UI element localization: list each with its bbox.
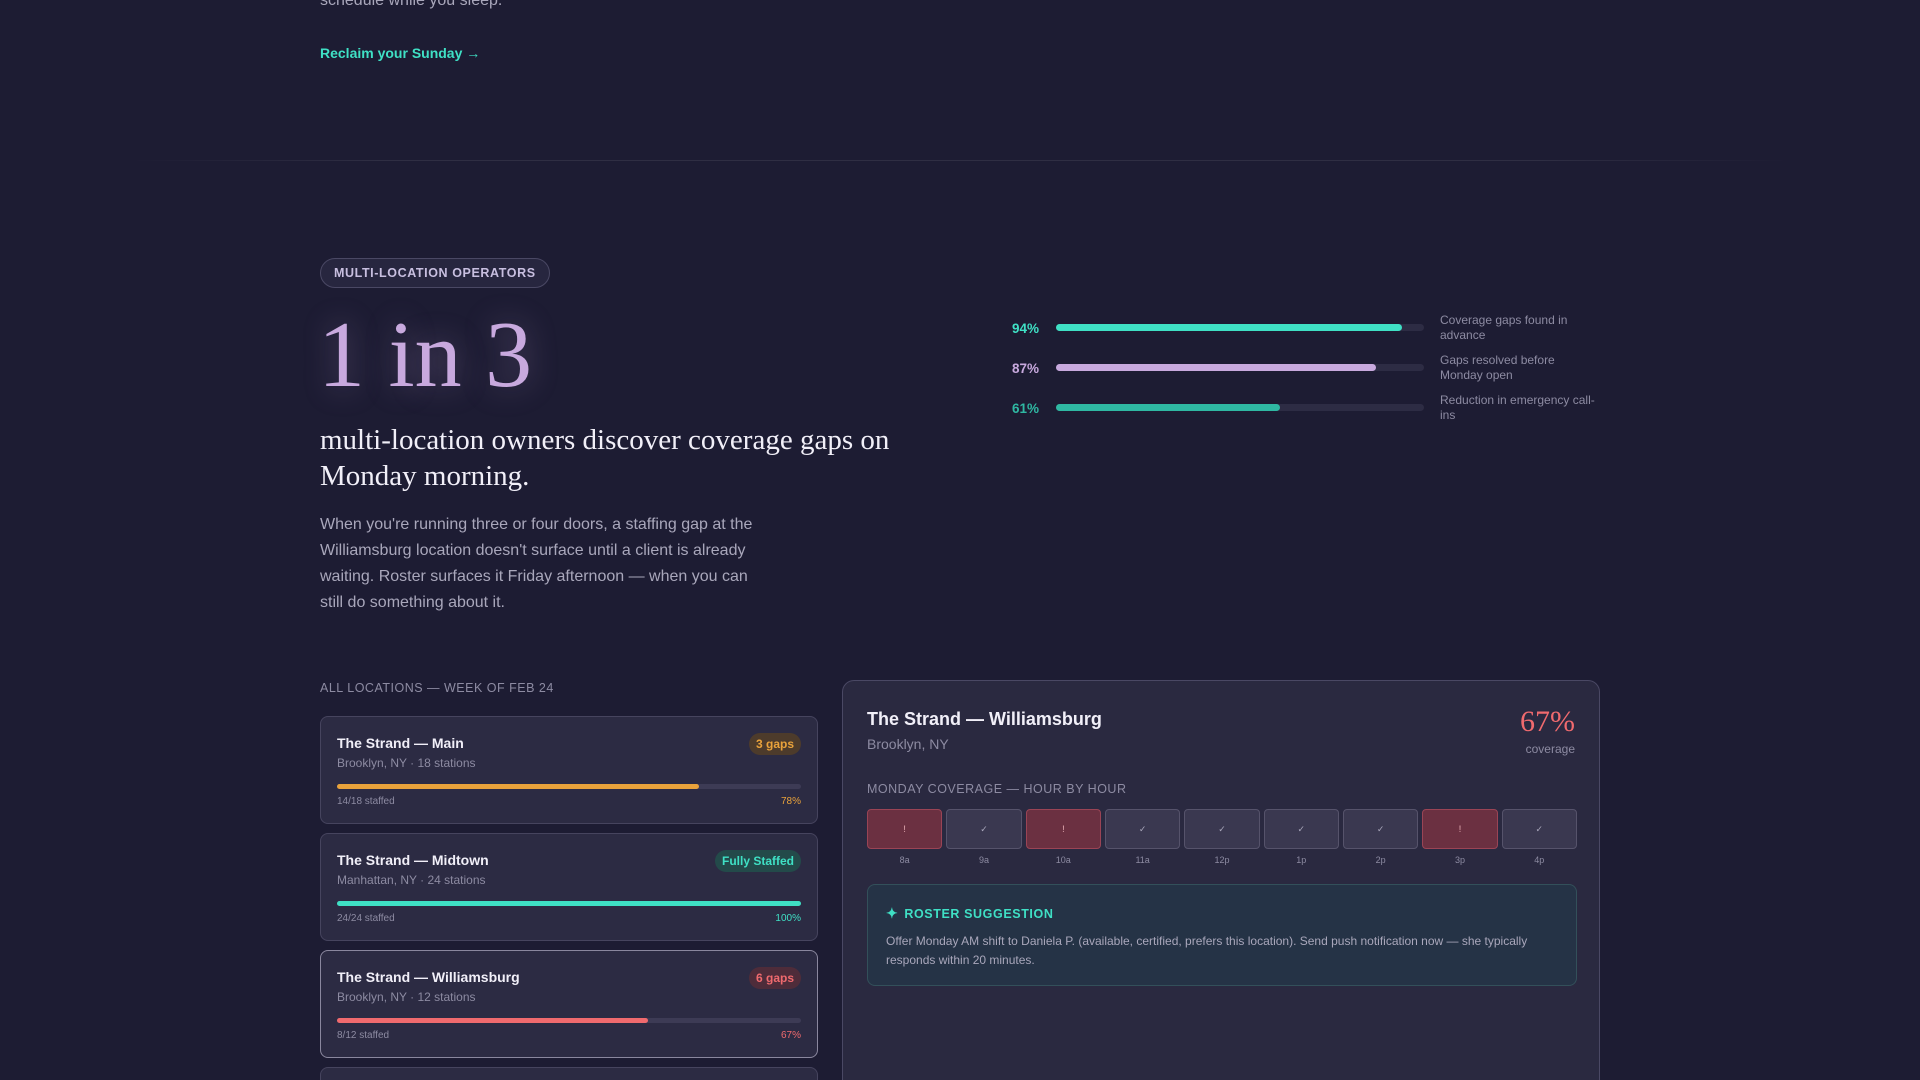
metric-label: Reduction in emergency call-ins: [1440, 393, 1595, 422]
hour-label: 3p: [1454, 855, 1465, 865]
reclaim-sunday-link[interactable]: Reclaim your Sunday →: [320, 45, 480, 61]
metric-fill: [1056, 404, 1281, 411]
hourly-coverage-grid: ! 8a ✓ 9a! 10a ✓ 11a ✓ 12p ✓ 1p ✓ 2p! 3p ✓ 4p: [867, 809, 1577, 865]
roster-suggestion-card: ✦ ROSTER SUGGESTION Offer Monday AM shift…: [867, 884, 1577, 986]
gap-badge: 3 gaps: [748, 733, 801, 755]
metric-label: Gaps resolved before Monday open: [1440, 353, 1555, 382]
suggestion-heading: ✦ ROSTER SUGGESTION: [886, 905, 1053, 922]
hour-cell-gap[interactable]: !: [1422, 809, 1498, 849]
hero-body: When you're running three or four doors,…: [320, 516, 753, 611]
hour-label: 2p: [1375, 855, 1386, 865]
location-detail-panel: The Strand — Williamsburg Brooklyn, NY 6…: [842, 680, 1600, 1080]
hour-label: 9a: [978, 855, 989, 865]
staffing-track: [337, 1018, 801, 1023]
hour-label: 11a: [1135, 855, 1150, 865]
staffed-percent: 78%: [780, 796, 801, 807]
location-card-main[interactable]: The Strand — Main Brooklyn, NY · 18 stat…: [320, 716, 818, 824]
hour-column: ✓ 9a: [946, 809, 1022, 865]
location-name: The Strand — Midtown: [337, 852, 489, 868]
metric-row: 94% Coverage gaps found in advance: [1012, 313, 1602, 356]
metric-percent: 87%: [1012, 361, 1040, 376]
hour-cell-covered[interactable]: ✓: [946, 809, 1022, 849]
location-card-next[interactable]: [320, 1067, 818, 1080]
section-badge: MULTI-LOCATION OPERATORS: [320, 258, 550, 288]
staffing-fill: [337, 784, 699, 789]
coverage-percent: 67%: [1520, 705, 1575, 738]
hero-stat: 1 in 3: [318, 303, 533, 407]
hour-label: 1p: [1296, 855, 1307, 865]
hour-column: ✓ 12p: [1184, 809, 1260, 865]
location-subtitle: Brooklyn, NY · 12 stations: [337, 990, 476, 1004]
location-subtitle: Manhattan, NY · 24 stations: [337, 873, 486, 887]
hour-cell-covered[interactable]: ✓: [1501, 809, 1577, 849]
metrics-panel: 94% Coverage gaps found in advance 87% G…: [1012, 313, 1602, 436]
location-name: The Strand — Williamsburg: [337, 969, 520, 985]
staffed-count: 8/12 staffed: [337, 1030, 390, 1041]
location-list: The Strand — Main Brooklyn, NY · 18 stat…: [320, 716, 818, 1080]
metric-label: Coverage gaps found in advance: [1440, 313, 1568, 342]
location-card-midtown[interactable]: The Strand — Midtown Manhattan, NY · 24 …: [320, 833, 818, 941]
staffed-count: 14/18 staffed: [337, 796, 395, 807]
metric-track: [1056, 364, 1424, 371]
hour-label: 4p: [1534, 855, 1545, 865]
location-card-williamsburg[interactable]: The Strand — Williamsburg Brooklyn, NY ·…: [320, 950, 818, 1058]
status-badge: Fully Staffed: [714, 850, 801, 872]
intro-tail-text: schedule while you sleep.: [320, 0, 503, 9]
hero-headline: multi-location owners discover coverage …: [320, 424, 890, 492]
hour-column: ! 10a: [1025, 809, 1101, 865]
suggestion-body: Offer Monday AM shift to Daniela P. (ava…: [886, 934, 1528, 967]
hour-cell-covered[interactable]: ✓: [1184, 809, 1260, 849]
metric-track: [1056, 324, 1424, 331]
staffing-fill: [337, 1018, 648, 1023]
metric-row: 61% Reduction in emergency call-ins: [1012, 393, 1602, 436]
hour-column: ✓ 11a: [1104, 809, 1181, 865]
hour-cell-gap[interactable]: !: [1025, 809, 1101, 849]
staffing-fill: [337, 901, 801, 906]
hourly-coverage-heading: MONDAY COVERAGE — HOUR BY HOUR: [867, 782, 1127, 796]
hour-label: 8a: [899, 855, 910, 865]
staffing-track: [337, 784, 801, 789]
section-divider: [130, 160, 1790, 161]
detail-location: Brooklyn, NY: [867, 736, 949, 752]
location-subtitle: Brooklyn, NY · 18 stations: [337, 756, 476, 770]
hour-cell-covered[interactable]: ✓: [1263, 809, 1339, 849]
staffed-count: 24/24 staffed: [337, 913, 395, 924]
location-name: The Strand — Main: [337, 735, 464, 751]
metric-percent: 61%: [1012, 401, 1040, 416]
hour-cell-covered[interactable]: ✓: [1104, 809, 1181, 849]
hour-column: ✓ 1p: [1263, 809, 1339, 865]
hour-column: ! 8a: [867, 809, 943, 865]
metric-track: [1056, 404, 1424, 411]
suggestion-heading-text: ROSTER SUGGESTION: [904, 907, 1054, 921]
hour-cell-covered[interactable]: ✓: [1342, 809, 1419, 849]
gap-badge: 6 gaps: [748, 967, 801, 989]
hour-cell-gap[interactable]: !: [867, 809, 943, 849]
metric-fill: [1056, 364, 1377, 371]
hour-column: ✓ 4p: [1501, 809, 1577, 865]
coverage-label: coverage: [1525, 742, 1575, 756]
locations-heading: ALL LOCATIONS — WEEK OF FEB 24: [320, 681, 554, 695]
metric-fill: [1056, 324, 1402, 331]
page: schedule while you sleep. Reclaim your S…: [0, 0, 1920, 1080]
staffed-percent: 67%: [780, 1030, 801, 1041]
staffing-track: [337, 901, 801, 906]
hour-column: ✓ 2p: [1342, 809, 1419, 865]
hour-label: 12p: [1214, 855, 1230, 865]
detail-title: The Strand — Williamsburg: [867, 709, 1102, 729]
hour-column: ! 3p: [1422, 809, 1498, 865]
hour-label: 10a: [1055, 855, 1071, 865]
metric-row: 87% Gaps resolved before Monday open: [1012, 353, 1602, 396]
staffed-percent: 100%: [775, 913, 801, 924]
sparkle-icon: ✦: [886, 905, 899, 921]
metric-percent: 94%: [1012, 321, 1040, 336]
